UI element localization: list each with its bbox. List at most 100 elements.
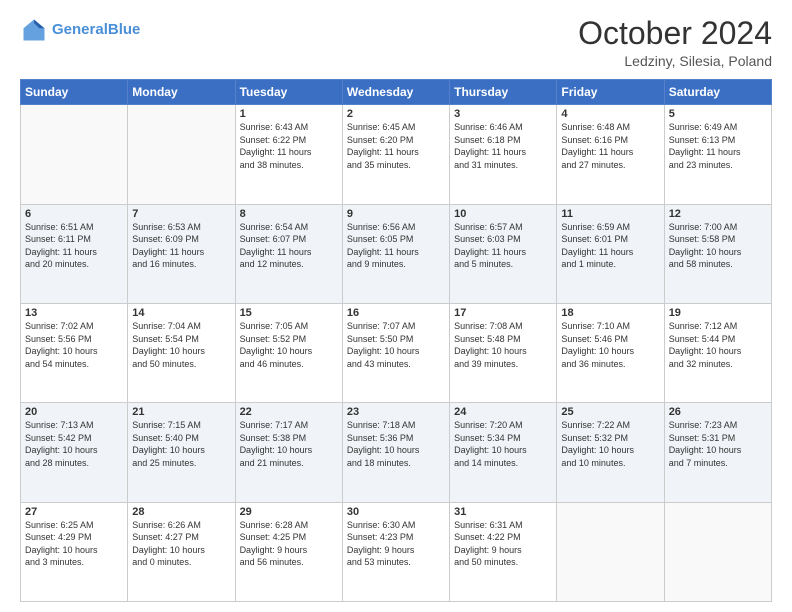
logo: GeneralBlue xyxy=(20,16,140,44)
day-info: Sunrise: 7:02 AM Sunset: 5:56 PM Dayligh… xyxy=(25,320,123,370)
calendar-cell: 6Sunrise: 6:51 AM Sunset: 6:11 PM Daylig… xyxy=(21,204,128,303)
day-info: Sunrise: 7:12 AM Sunset: 5:44 PM Dayligh… xyxy=(669,320,767,370)
page: GeneralBlue October 2024 Ledziny, Silesi… xyxy=(0,0,792,612)
calendar-cell xyxy=(128,105,235,204)
calendar-cell: 23Sunrise: 7:18 AM Sunset: 5:36 PM Dayli… xyxy=(342,403,449,502)
calendar-cell: 21Sunrise: 7:15 AM Sunset: 5:40 PM Dayli… xyxy=(128,403,235,502)
day-info: Sunrise: 7:00 AM Sunset: 5:58 PM Dayligh… xyxy=(669,221,767,271)
day-number: 25 xyxy=(561,406,659,418)
day-info: Sunrise: 7:23 AM Sunset: 5:31 PM Dayligh… xyxy=(669,419,767,469)
day-number: 31 xyxy=(454,506,552,518)
calendar-cell: 26Sunrise: 7:23 AM Sunset: 5:31 PM Dayli… xyxy=(664,403,771,502)
day-info: Sunrise: 7:05 AM Sunset: 5:52 PM Dayligh… xyxy=(240,320,338,370)
calendar-cell: 18Sunrise: 7:10 AM Sunset: 5:46 PM Dayli… xyxy=(557,303,664,402)
day-info: Sunrise: 6:59 AM Sunset: 6:01 PM Dayligh… xyxy=(561,221,659,271)
calendar-cell: 3Sunrise: 6:46 AM Sunset: 6:18 PM Daylig… xyxy=(450,105,557,204)
day-number: 20 xyxy=(25,406,123,418)
calendar-cell: 19Sunrise: 7:12 AM Sunset: 5:44 PM Dayli… xyxy=(664,303,771,402)
day-info: Sunrise: 6:31 AM Sunset: 4:22 PM Dayligh… xyxy=(454,519,552,569)
calendar-row-3: 20Sunrise: 7:13 AM Sunset: 5:42 PM Dayli… xyxy=(21,403,772,502)
day-number: 7 xyxy=(132,208,230,220)
calendar-cell: 9Sunrise: 6:56 AM Sunset: 6:05 PM Daylig… xyxy=(342,204,449,303)
calendar-cell: 13Sunrise: 7:02 AM Sunset: 5:56 PM Dayli… xyxy=(21,303,128,402)
calendar-cell: 20Sunrise: 7:13 AM Sunset: 5:42 PM Dayli… xyxy=(21,403,128,502)
calendar-cell: 24Sunrise: 7:20 AM Sunset: 5:34 PM Dayli… xyxy=(450,403,557,502)
calendar-cell xyxy=(21,105,128,204)
calendar-cell: 31Sunrise: 6:31 AM Sunset: 4:22 PM Dayli… xyxy=(450,502,557,601)
day-number: 5 xyxy=(669,108,767,120)
calendar-cell: 28Sunrise: 6:26 AM Sunset: 4:27 PM Dayli… xyxy=(128,502,235,601)
day-info: Sunrise: 7:22 AM Sunset: 5:32 PM Dayligh… xyxy=(561,419,659,469)
day-info: Sunrise: 6:46 AM Sunset: 6:18 PM Dayligh… xyxy=(454,121,552,171)
day-number: 30 xyxy=(347,506,445,518)
day-info: Sunrise: 6:56 AM Sunset: 6:05 PM Dayligh… xyxy=(347,221,445,271)
day-number: 23 xyxy=(347,406,445,418)
day-info: Sunrise: 7:07 AM Sunset: 5:50 PM Dayligh… xyxy=(347,320,445,370)
day-number: 4 xyxy=(561,108,659,120)
day-number: 3 xyxy=(454,108,552,120)
calendar-header-row: SundayMondayTuesdayWednesdayThursdayFrid… xyxy=(21,80,772,105)
logo-text: GeneralBlue xyxy=(52,22,140,39)
calendar-row-4: 27Sunrise: 6:25 AM Sunset: 4:29 PM Dayli… xyxy=(21,502,772,601)
calendar-cell: 11Sunrise: 6:59 AM Sunset: 6:01 PM Dayli… xyxy=(557,204,664,303)
day-info: Sunrise: 7:17 AM Sunset: 5:38 PM Dayligh… xyxy=(240,419,338,469)
day-info: Sunrise: 6:28 AM Sunset: 4:25 PM Dayligh… xyxy=(240,519,338,569)
day-number: 12 xyxy=(669,208,767,220)
day-info: Sunrise: 6:48 AM Sunset: 6:16 PM Dayligh… xyxy=(561,121,659,171)
calendar-cell: 14Sunrise: 7:04 AM Sunset: 5:54 PM Dayli… xyxy=(128,303,235,402)
day-info: Sunrise: 7:20 AM Sunset: 5:34 PM Dayligh… xyxy=(454,419,552,469)
day-info: Sunrise: 7:13 AM Sunset: 5:42 PM Dayligh… xyxy=(25,419,123,469)
day-number: 11 xyxy=(561,208,659,220)
day-number: 1 xyxy=(240,108,338,120)
calendar-row-0: 1Sunrise: 6:43 AM Sunset: 6:22 PM Daylig… xyxy=(21,105,772,204)
day-number: 18 xyxy=(561,307,659,319)
subtitle: Ledziny, Silesia, Poland xyxy=(578,53,772,69)
day-number: 26 xyxy=(669,406,767,418)
calendar-cell: 12Sunrise: 7:00 AM Sunset: 5:58 PM Dayli… xyxy=(664,204,771,303)
day-number: 8 xyxy=(240,208,338,220)
day-info: Sunrise: 6:30 AM Sunset: 4:23 PM Dayligh… xyxy=(347,519,445,569)
day-number: 24 xyxy=(454,406,552,418)
day-number: 6 xyxy=(25,208,123,220)
day-number: 2 xyxy=(347,108,445,120)
calendar-cell: 30Sunrise: 6:30 AM Sunset: 4:23 PM Dayli… xyxy=(342,502,449,601)
calendar-header-saturday: Saturday xyxy=(664,80,771,105)
day-number: 13 xyxy=(25,307,123,319)
day-info: Sunrise: 7:08 AM Sunset: 5:48 PM Dayligh… xyxy=(454,320,552,370)
day-number: 19 xyxy=(669,307,767,319)
calendar-header-thursday: Thursday xyxy=(450,80,557,105)
calendar-cell: 10Sunrise: 6:57 AM Sunset: 6:03 PM Dayli… xyxy=(450,204,557,303)
day-number: 21 xyxy=(132,406,230,418)
calendar-cell: 8Sunrise: 6:54 AM Sunset: 6:07 PM Daylig… xyxy=(235,204,342,303)
logo-icon xyxy=(20,16,48,44)
main-title: October 2024 xyxy=(578,16,772,51)
title-block: October 2024 Ledziny, Silesia, Poland xyxy=(578,16,772,69)
calendar-cell: 15Sunrise: 7:05 AM Sunset: 5:52 PM Dayli… xyxy=(235,303,342,402)
calendar-row-2: 13Sunrise: 7:02 AM Sunset: 5:56 PM Dayli… xyxy=(21,303,772,402)
calendar-cell: 1Sunrise: 6:43 AM Sunset: 6:22 PM Daylig… xyxy=(235,105,342,204)
calendar-header-wednesday: Wednesday xyxy=(342,80,449,105)
logo-line2: Blue xyxy=(108,21,141,38)
calendar-cell: 2Sunrise: 6:45 AM Sunset: 6:20 PM Daylig… xyxy=(342,105,449,204)
calendar-cell: 7Sunrise: 6:53 AM Sunset: 6:09 PM Daylig… xyxy=(128,204,235,303)
day-number: 16 xyxy=(347,307,445,319)
calendar-cell: 5Sunrise: 6:49 AM Sunset: 6:13 PM Daylig… xyxy=(664,105,771,204)
day-number: 9 xyxy=(347,208,445,220)
calendar-row-1: 6Sunrise: 6:51 AM Sunset: 6:11 PM Daylig… xyxy=(21,204,772,303)
calendar: SundayMondayTuesdayWednesdayThursdayFrid… xyxy=(20,79,772,602)
day-info: Sunrise: 6:57 AM Sunset: 6:03 PM Dayligh… xyxy=(454,221,552,271)
day-info: Sunrise: 7:10 AM Sunset: 5:46 PM Dayligh… xyxy=(561,320,659,370)
calendar-cell: 4Sunrise: 6:48 AM Sunset: 6:16 PM Daylig… xyxy=(557,105,664,204)
logo-line1: General xyxy=(52,21,108,38)
calendar-header-monday: Monday xyxy=(128,80,235,105)
day-info: Sunrise: 6:53 AM Sunset: 6:09 PM Dayligh… xyxy=(132,221,230,271)
day-number: 10 xyxy=(454,208,552,220)
calendar-cell xyxy=(664,502,771,601)
calendar-cell xyxy=(557,502,664,601)
calendar-header-tuesday: Tuesday xyxy=(235,80,342,105)
calendar-header-sunday: Sunday xyxy=(21,80,128,105)
day-info: Sunrise: 6:25 AM Sunset: 4:29 PM Dayligh… xyxy=(25,519,123,569)
day-info: Sunrise: 6:43 AM Sunset: 6:22 PM Dayligh… xyxy=(240,121,338,171)
day-info: Sunrise: 6:45 AM Sunset: 6:20 PM Dayligh… xyxy=(347,121,445,171)
day-number: 22 xyxy=(240,406,338,418)
